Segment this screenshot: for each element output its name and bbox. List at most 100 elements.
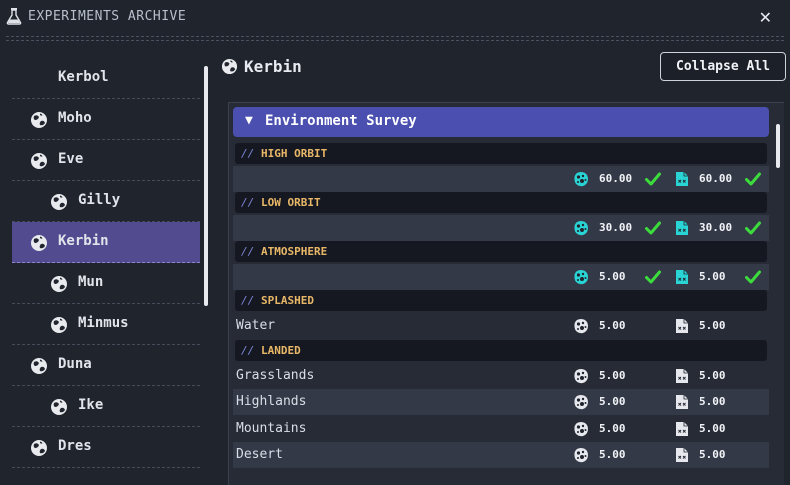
sidebar-item-label: Kerbol <box>58 69 109 85</box>
experiment-row[interactable]: Highlands 5.00 5.00 <box>233 389 769 415</box>
data-value: 5.00 <box>699 395 726 408</box>
sidebar-item-label: Duna <box>58 356 92 372</box>
planet-icon <box>31 235 47 251</box>
data-report-icon <box>676 368 688 383</box>
experiments-panel: ▼ Environment Survey // HIGH ORBIT 60.00 60… <box>228 102 784 485</box>
science-value: 5.00 <box>599 421 626 435</box>
planet-icon <box>31 440 47 456</box>
planet-icon <box>221 58 238 75</box>
planet-icon <box>31 358 47 374</box>
data-report-icon <box>676 421 688 436</box>
science-icon <box>574 421 588 436</box>
title-bar: EXPERIMENTS ARCHIVE ✕ <box>0 0 790 34</box>
sidebar-item-dres[interactable]: Dres <box>12 427 200 468</box>
science-icon <box>574 368 588 383</box>
group-name: SPLASHED <box>261 294 314 307</box>
data-value: 5.00 <box>699 319 726 332</box>
sidebar-item-label: Dres <box>58 438 92 454</box>
sidebar-item-ike[interactable]: Ike <box>12 386 200 427</box>
science-value: 5.00 <box>599 319 626 332</box>
science-value: 5.00 <box>599 368 626 382</box>
flask-icon <box>6 8 22 25</box>
planet-icon <box>51 194 67 210</box>
sidebar-item-label: Kerbin <box>58 233 109 249</box>
biome-label: Highlands <box>236 394 307 409</box>
group-header: // SPLASHED <box>235 290 767 311</box>
sidebar-item-eve[interactable]: Eve <box>12 140 200 181</box>
group-header: // ATMOSPHERE <box>235 241 767 262</box>
science-icon <box>574 172 588 187</box>
section-header-environment-survey[interactable]: ▼ Environment Survey <box>233 107 769 137</box>
group-slashes: // <box>241 147 255 160</box>
sidebar-item-moho[interactable]: Moho <box>12 99 200 140</box>
checkmark-icon <box>745 270 761 284</box>
checkmark-icon <box>645 221 661 235</box>
data-value: 5.00 <box>699 448 726 461</box>
experiment-row[interactable]: 60.00 60.00 <box>233 166 769 192</box>
data-report-icon <box>676 319 688 333</box>
science-value: 5.00 <box>599 270 626 283</box>
collapse-arrow-icon: ▼ <box>245 113 253 128</box>
group-header: // LOW ORBIT <box>235 192 767 213</box>
science-value: 60.00 <box>599 172 633 185</box>
data-report-icon <box>676 221 688 235</box>
planet-icon <box>51 317 67 333</box>
sidebar-item-minmus[interactable]: Minmus <box>12 304 200 345</box>
group-name: ATMOSPHERE <box>261 245 328 258</box>
sidebar-item-label: Ike <box>78 397 104 413</box>
science-icon <box>574 319 588 334</box>
data-value: 30.00 <box>699 221 733 234</box>
window-title: EXPERIMENTS ARCHIVE <box>28 9 187 24</box>
sidebar-item-label: Minmus <box>78 315 129 331</box>
checkmark-icon <box>745 172 761 186</box>
sidebar-item-gilly[interactable]: Gilly <box>12 181 200 222</box>
experiment-row[interactable]: 5.00 5.00 <box>233 264 769 290</box>
science-icon <box>574 395 588 410</box>
panel-scrollbar[interactable] <box>776 124 780 168</box>
group-slashes: // <box>241 245 255 258</box>
science-value: 5.00 <box>599 448 626 461</box>
science-icon <box>574 221 588 236</box>
data-report-icon <box>676 448 688 462</box>
sidebar-item-kerbol[interactable]: Kerbol <box>12 58 200 99</box>
close-button[interactable]: ✕ <box>759 8 772 27</box>
science-icon <box>574 448 588 463</box>
data-report-icon <box>676 172 688 186</box>
sidebar: Kerbol Moho Eve Gilly Kerbin Mun Minmus Duna Ike… <box>12 58 202 470</box>
checkmark-icon <box>645 172 661 186</box>
sidebar-item-duna[interactable]: Duna <box>12 345 200 386</box>
sidebar-item-label: Moho <box>58 110 92 126</box>
data-value: 5.00 <box>699 368 726 382</box>
group-name: LOW ORBIT <box>261 196 321 209</box>
group-header: // LANDED <box>235 339 767 361</box>
title-divider <box>6 36 784 41</box>
experiment-row[interactable]: 30.00 30.00 <box>233 215 769 241</box>
group-slashes: // <box>241 294 255 307</box>
experiment-row[interactable]: Grasslands 5.00 5.00 <box>233 363 769 389</box>
collapse-all-button[interactable]: Collapse All <box>660 52 786 81</box>
biome-label: Desert <box>236 447 283 462</box>
sidebar-item-kerbin[interactable]: Kerbin <box>12 222 200 263</box>
sidebar-item-label: Gilly <box>78 192 121 208</box>
sidebar-scrollbar[interactable] <box>204 66 208 306</box>
experiment-row[interactable]: Water 5.00 5.00 <box>233 313 769 339</box>
planet-icon <box>31 153 47 169</box>
group-header: // HIGH ORBIT <box>235 143 767 164</box>
sidebar-item-mun[interactable]: Mun <box>12 263 200 304</box>
planet-icon <box>51 276 67 292</box>
data-value: 5.00 <box>699 270 726 283</box>
sidebar-item-label: Mun <box>78 274 104 290</box>
planet-icon <box>31 112 47 128</box>
group-name: LANDED <box>261 343 301 357</box>
group-slashes: // <box>241 343 255 357</box>
experiment-row[interactable]: Mountains 5.00 5.00 <box>233 416 769 442</box>
biome-label: Water <box>236 318 276 333</box>
data-report-icon <box>676 395 688 409</box>
science-icon <box>574 270 588 285</box>
checkmark-icon <box>745 221 761 235</box>
group-name: HIGH ORBIT <box>261 147 328 160</box>
planet-icon <box>51 399 67 415</box>
experiment-row[interactable]: Desert 5.00 5.00 <box>233 442 769 468</box>
page-title: Kerbin <box>244 57 302 76</box>
science-value: 30.00 <box>599 221 633 234</box>
